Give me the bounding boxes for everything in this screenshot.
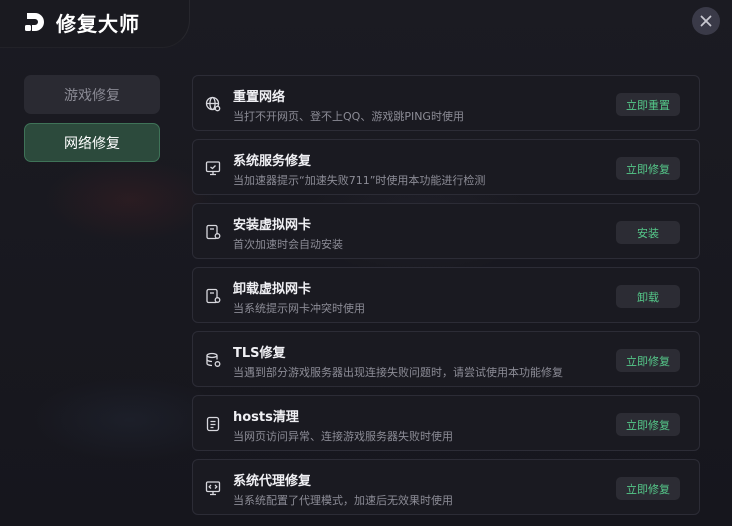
row-description: 当加速器提示“加速失败711”时使用本功能进行检测: [233, 174, 486, 187]
row-description: 首次加速时会自动安装: [233, 238, 343, 251]
reset-network-button[interactable]: 立即重置: [616, 93, 680, 116]
sidebar-item-game-repair[interactable]: 游戏修复: [24, 75, 160, 114]
globe-icon: [205, 96, 221, 112]
list-item: 卸载虚拟网卡 当系统提示网卡冲突时使用 卸载: [192, 267, 700, 323]
row-description: 当网页访问异常、连接游戏服务器失败时使用: [233, 430, 453, 443]
list-item: 重置网络 当打不开网页、登不上QQ、游戏跳PING时使用 立即重置: [192, 75, 700, 131]
row-title: 系统服务修复: [233, 154, 312, 169]
list-item: 系统服务修复 当加速器提示“加速失败711”时使用本功能进行检测 立即修复: [192, 139, 700, 195]
proxy-monitor-icon: [205, 480, 221, 496]
clean-hosts-button[interactable]: 立即修复: [616, 413, 680, 436]
repair-list: 重置网络 当打不开网页、登不上QQ、游戏跳PING时使用 立即重置 系统服务修复…: [192, 75, 700, 523]
sidebar: 游戏修复 网络修复: [24, 75, 160, 171]
database-gear-icon: [205, 352, 221, 368]
row-description: 当打不开网页、登不上QQ、游戏跳PING时使用: [233, 110, 464, 123]
list-item: 系统代理修复 当系统配置了代理模式，加速后无效果时使用 立即修复: [192, 459, 700, 515]
sidebar-item-network-repair[interactable]: 网络修复: [24, 123, 160, 162]
install-virtual-nic-button[interactable]: 安装: [616, 221, 680, 244]
row-title: 安装虚拟网卡: [233, 218, 312, 233]
repair-tls-button[interactable]: 立即修复: [616, 349, 680, 372]
row-description: 当遇到部分游戏服务器出现连接失败问题时，请尝试使用本功能修复: [233, 366, 563, 379]
row-title: hosts清理: [233, 410, 299, 425]
sidebar-item-label: 网络修复: [64, 135, 120, 152]
network-card-icon: [205, 224, 221, 240]
app-title: 修复大师: [56, 11, 140, 36]
close-button[interactable]: [692, 7, 720, 35]
row-title: 重置网络: [233, 90, 286, 105]
sidebar-item-label: 游戏修复: [64, 87, 120, 104]
list-item: hosts清理 当网页访问异常、连接游戏服务器失败时使用 立即修复: [192, 395, 700, 451]
document-list-icon: [205, 416, 221, 432]
app-logo: 修复大师: [22, 8, 140, 36]
repair-system-proxy-button[interactable]: 立即修复: [616, 477, 680, 500]
logo-icon: [22, 9, 48, 35]
monitor-icon: [205, 160, 221, 176]
row-title: 卸载虚拟网卡: [233, 282, 312, 297]
row-title: TLS修复: [233, 346, 286, 361]
list-item: 安装虚拟网卡 首次加速时会自动安装 安装: [192, 203, 700, 259]
uninstall-virtual-nic-button[interactable]: 卸载: [616, 285, 680, 308]
network-card-icon: [205, 288, 221, 304]
repair-system-service-button[interactable]: 立即修复: [616, 157, 680, 180]
list-item: TLS修复 当遇到部分游戏服务器出现连接失败问题时，请尝试使用本功能修复 立即修…: [192, 331, 700, 387]
row-description: 当系统提示网卡冲突时使用: [233, 302, 365, 315]
close-icon: [700, 15, 712, 27]
row-description: 当系统配置了代理模式，加速后无效果时使用: [233, 494, 453, 507]
row-title: 系统代理修复: [233, 474, 312, 489]
